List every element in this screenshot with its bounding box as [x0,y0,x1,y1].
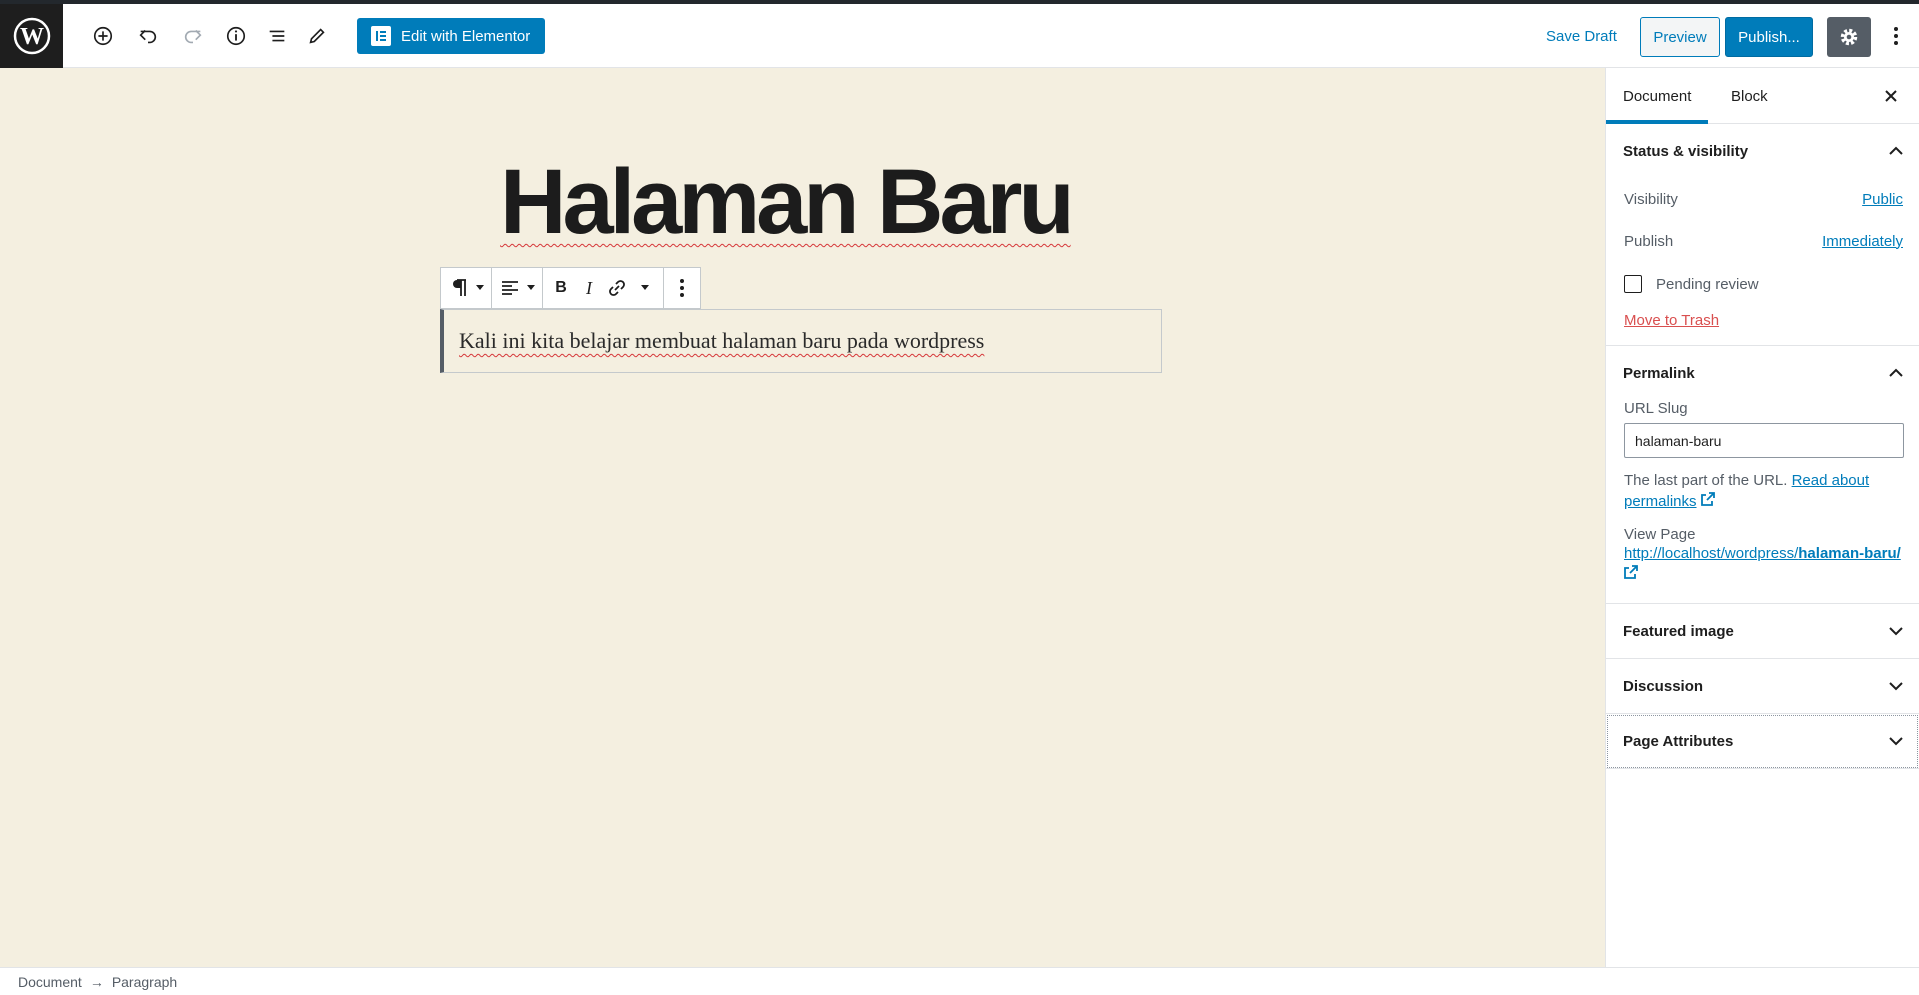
permalink-body: URL Slug The last part of the URL. Read … [1606,400,1919,603]
permalink-help-text: The last part of the URL. [1624,472,1788,489]
visibility-row: Visibility Public [1624,178,1903,220]
publish-label: Publish [1624,232,1674,250]
panel-title: Permalink [1623,364,1695,382]
chevron-down-icon[interactable] [524,268,538,308]
pending-review-label[interactable]: Pending review [1656,276,1759,293]
add-block-icon[interactable] [87,20,119,52]
edit-with-elementor-button[interactable]: Edit with Elementor [357,18,546,54]
panel-title: Discussion [1623,677,1704,695]
breadcrumb-document[interactable]: Document [18,974,82,990]
block-toolbar: B I [440,267,701,309]
status-visibility-body: Visibility Public Publish Immediately Pe… [1606,178,1919,345]
breadcrumb-separator: → [89,973,104,990]
publish-date-row: Publish Immediately [1624,220,1903,262]
undo-icon[interactable] [132,20,164,52]
more-options-icon[interactable] [1880,20,1912,52]
visibility-label: Visibility [1624,190,1678,208]
panel-title: Page Attributes [1623,732,1734,750]
chevron-down-icon[interactable] [473,268,487,308]
tab-block[interactable]: Block [1714,68,1785,124]
url-slug-input[interactable] [1624,423,1904,458]
wordpress-logo-icon[interactable]: W [0,4,63,68]
pending-review-row: Pending review [1624,262,1903,306]
view-page-url-slug[interactable]: halaman-baru/ [1798,545,1901,562]
permalink-toggle[interactable]: Permalink [1606,346,1919,400]
tab-document[interactable]: Document [1606,68,1709,124]
info-icon[interactable] [220,20,252,52]
alignment-group [492,268,543,308]
editor-header: W Edit with Elementor Save Draft Preview… [0,4,1919,68]
save-draft-button[interactable]: Save Draft [1546,28,1617,45]
featured-image-toggle[interactable]: Featured image [1606,604,1919,658]
redo-icon[interactable] [177,20,209,52]
permalinks-link[interactable]: permalinks [1624,493,1697,510]
read-about-link[interactable]: Read about [1792,472,1870,489]
move-to-trash-button[interactable]: Move to Trash [1624,312,1719,329]
block-more-options-icon[interactable] [668,268,696,308]
visibility-toggle[interactable]: Public [1862,191,1903,208]
panel-title: Status & visibility [1623,142,1749,160]
publish-button[interactable]: Publish... [1725,17,1813,57]
editor-canvas[interactable]: Halaman Baru B I Kali ini kita belajar m… [0,68,1605,967]
page-attributes-toggle[interactable]: Page Attributes [1606,714,1919,768]
external-link-icon [1624,565,1638,579]
edit-with-elementor-label: Edit with Elementor [401,27,531,45]
align-left-icon[interactable] [496,268,524,308]
publish-date-toggle[interactable]: Immediately [1822,233,1903,250]
chevron-up-icon [1889,146,1903,155]
breadcrumb-paragraph[interactable]: Paragraph [112,974,177,990]
list-view-icon[interactable] [261,20,293,52]
bold-icon[interactable]: B [547,268,575,308]
formatting-group: B I [543,268,664,308]
chevron-down-icon [1889,627,1903,636]
view-page-link[interactable]: http://localhost/wordpress/halaman-baru/ [1624,543,1903,585]
status-visibility-toggle[interactable]: Status & visibility [1606,124,1919,178]
settings-sidebar: Document Block Status & visibility Visib… [1605,68,1919,967]
paragraph-icon[interactable] [445,268,473,308]
chevron-up-icon [1889,368,1903,377]
discussion-toggle[interactable]: Discussion [1606,659,1919,713]
panel-title: Featured image [1623,622,1734,640]
url-slug-label: URL Slug [1624,400,1688,417]
permalink-panel: Permalink URL Slug The last part of the … [1606,346,1919,604]
block-breadcrumb: Document → Paragraph [0,967,1919,995]
chevron-down-icon [1889,682,1903,691]
sidebar-tabs: Document Block [1606,68,1919,124]
discussion-panel: Discussion [1606,659,1919,714]
edit-mode-pencil-icon[interactable] [301,20,333,52]
link-icon[interactable] [603,268,631,308]
external-link-icon [1700,492,1715,506]
block-options-group [664,268,700,308]
pending-review-checkbox[interactable] [1624,275,1642,293]
permalink-help: The last part of the URL. Read about per… [1624,470,1903,512]
preview-button[interactable]: Preview [1640,17,1720,57]
settings-gear-icon[interactable] [1827,17,1871,57]
page-attributes-panel: Page Attributes [1606,714,1919,769]
status-visibility-panel: Status & visibility Visibility Public Pu… [1606,124,1919,346]
page-title[interactable]: Halaman Baru [500,156,1300,248]
paragraph-text[interactable]: Kali ini kita belajar membuat halaman ba… [459,328,984,354]
svg-text:W: W [20,24,44,50]
block-editor: W Edit with Elementor Save Draft Preview… [0,0,1919,995]
italic-icon[interactable]: I [575,268,603,308]
chevron-down-icon [1889,737,1903,746]
more-formats-chevron-icon[interactable] [631,268,659,308]
view-page-label: View Page [1624,526,1696,543]
view-page-url-base[interactable]: http://localhost/wordpress/ [1624,545,1798,562]
elementor-icon [371,26,391,46]
featured-image-panel: Featured image [1606,604,1919,659]
close-icon[interactable] [1875,80,1907,112]
paragraph-block[interactable]: Kali ini kita belajar membuat halaman ba… [440,309,1162,373]
block-type-group [441,268,492,308]
